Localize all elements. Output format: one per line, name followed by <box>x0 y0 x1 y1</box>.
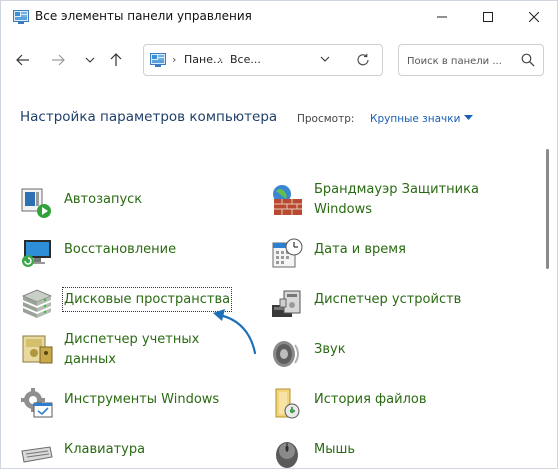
item-device-manager[interactable]: Диспетчер устройств <box>270 287 510 327</box>
item-label-line1: Брандмауэр Защитника <box>314 182 479 197</box>
maximize-button[interactable] <box>465 1 511 33</box>
recent-locations-button[interactable] <box>79 49 101 71</box>
item-credential-manager[interactable]: Диспетчер учетных данных <box>20 327 240 371</box>
caret-down-icon[interactable] <box>464 115 473 121</box>
breadcrumb-separator: › <box>172 53 177 66</box>
credential-manager-icon <box>22 335 53 364</box>
arrow-right-icon <box>52 54 65 66</box>
windows-tools-icon <box>21 388 53 418</box>
navigation-bar: › Пане... › Все... <box>1 37 557 81</box>
item-firewall[interactable]: Брандмауэр Защитника Windows <box>270 177 530 221</box>
arrow-up-icon <box>110 53 122 66</box>
item-keyboard[interactable]: Клавиатура <box>20 437 240 469</box>
breadcrumb-separator: › <box>218 53 223 66</box>
title-bar: Все элементы панели управления <box>1 1 557 33</box>
recovery-icon <box>22 240 51 267</box>
arrow-left-icon <box>16 54 29 66</box>
file-history-icon <box>275 388 300 419</box>
mouse-icon <box>276 442 298 468</box>
maximize-icon <box>483 12 493 22</box>
chevron-down-icon[interactable] <box>320 55 330 63</box>
item-sound[interactable]: Звук <box>270 337 510 377</box>
date-time-icon <box>272 238 303 268</box>
storage-spaces-icon <box>21 289 53 318</box>
pointer-arrow-annotation <box>213 309 257 355</box>
autoplay-icon <box>21 188 51 218</box>
scrollbar-thumb[interactable] <box>546 149 549 269</box>
device-manager-icon <box>272 290 301 317</box>
up-button[interactable] <box>105 49 127 71</box>
item-label-line2: Windows <box>314 202 373 217</box>
item-label: Звук <box>314 342 346 357</box>
search-input[interactable] <box>407 53 515 69</box>
window-title: Все элементы панели управления <box>35 9 252 23</box>
control-panel-icon <box>150 53 166 67</box>
item-recovery[interactable]: Восстановление <box>20 237 240 277</box>
vertical-scrollbar[interactable] <box>546 149 550 459</box>
forward-button[interactable] <box>47 49 69 71</box>
firewall-icon <box>273 185 302 215</box>
item-label-line2: данных <box>64 352 116 367</box>
minimize-icon <box>437 16 447 18</box>
item-label: Мышь <box>314 442 356 457</box>
item-autoplay[interactable]: Автозапуск <box>20 187 240 227</box>
control-panel-window: Все элементы панели управления › Пане...… <box>0 0 558 469</box>
item-label: Клавиатура <box>64 442 146 457</box>
item-label: Инструменты Windows <box>64 392 220 407</box>
page-title: Настройка параметров компьютера <box>20 109 278 125</box>
item-label: Автозапуск <box>64 192 143 207</box>
item-date-time[interactable]: Дата и время <box>270 237 510 277</box>
item-label: Дата и время <box>314 242 406 257</box>
keyboard-icon <box>21 446 53 463</box>
close-button[interactable] <box>511 1 557 33</box>
address-bar[interactable]: › Пане... › Все... <box>143 44 383 76</box>
search-icon[interactable] <box>521 53 535 67</box>
sound-icon <box>273 341 299 367</box>
view-label: Просмотр: <box>297 113 355 125</box>
minimize-button[interactable] <box>419 1 465 33</box>
close-icon <box>529 12 539 22</box>
item-label: Дисковые пространства <box>61 287 233 312</box>
item-label: Восстановление <box>64 242 177 257</box>
item-label: История файлов <box>314 392 427 407</box>
view-mode-dropdown[interactable]: Крупные значки <box>370 113 460 125</box>
item-label-line1: Диспетчер учетных <box>64 332 200 347</box>
item-file-history[interactable]: История файлов <box>270 387 510 427</box>
item-windows-tools[interactable]: Инструменты Windows <box>20 387 240 427</box>
search-box[interactable] <box>398 44 544 76</box>
item-label: Диспетчер устройств <box>314 292 462 307</box>
breadcrumb-all-items[interactable]: Все... <box>230 53 261 66</box>
refresh-icon[interactable] <box>356 53 370 67</box>
chevron-down-icon <box>85 57 95 63</box>
control-panel-icon <box>13 10 29 24</box>
back-button[interactable] <box>12 49 34 71</box>
item-mouse[interactable]: Мышь <box>270 437 510 469</box>
